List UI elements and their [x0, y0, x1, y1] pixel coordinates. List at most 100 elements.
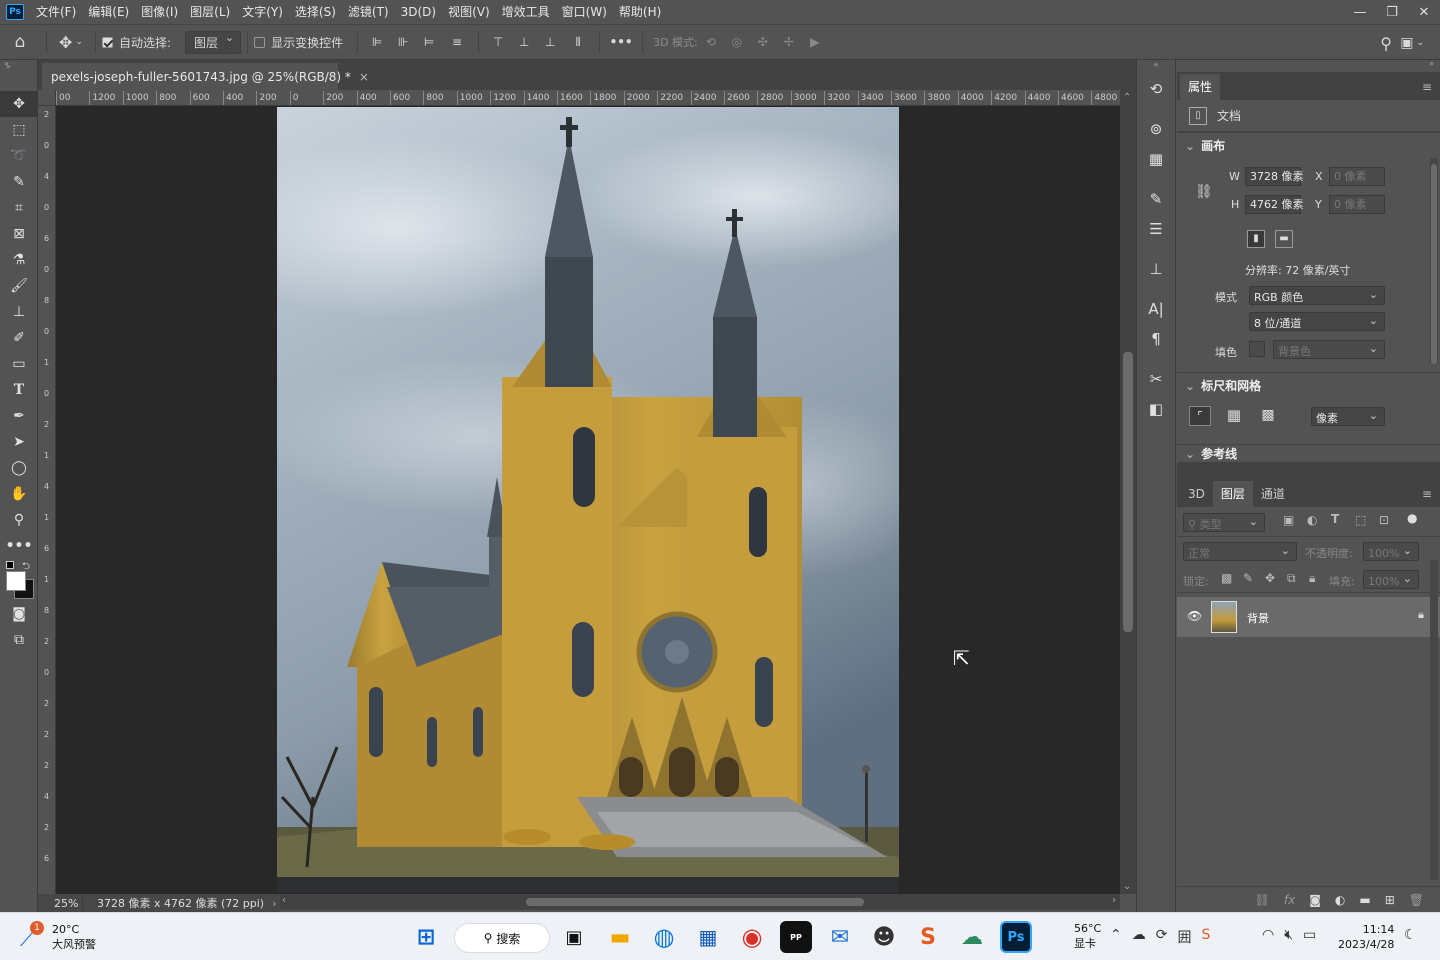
filter-smartobject-icon[interactable]: ⊡: [1379, 513, 1389, 527]
church-photo[interactable]: [277, 107, 899, 893]
fill-swatch[interactable]: [1249, 341, 1265, 357]
filter-type-icon[interactable]: T: [1331, 512, 1339, 526]
opacity-field[interactable]: 100%: [1363, 542, 1419, 561]
canvas-width-field[interactable]: 3728 像素: [1245, 167, 1304, 186]
align-bottom-icon[interactable]: ⊥: [537, 28, 563, 56]
menu-plugins[interactable]: 增效工具: [496, 0, 556, 24]
distribute-horizontal-icon[interactable]: ⦀: [563, 28, 593, 56]
collapse-panels-icon[interactable]: »: [1429, 59, 1434, 68]
brush-tool-icon[interactable]: 🖌: [0, 273, 38, 299]
3d-pan-icon[interactable]: ✣: [750, 28, 776, 56]
lock-icon[interactable]: 🔒︎: [1418, 608, 1424, 622]
canvas-x-field[interactable]: 0 像素: [1329, 167, 1385, 186]
scroll-up-icon[interactable]: ⌃: [1123, 92, 1131, 103]
onedrive-icon[interactable]: ☁: [1132, 927, 1146, 947]
menu-3d[interactable]: 3D(D): [395, 0, 442, 24]
layer-fx-icon[interactable]: fx: [1284, 893, 1295, 907]
eyedropper-tool-icon[interactable]: ⚗: [0, 247, 38, 273]
layers-menu-icon[interactable]: ≡: [1422, 481, 1432, 507]
3d-rotate-icon[interactable]: ⟲: [698, 28, 724, 56]
microsoft-store-icon[interactable]: ▦: [692, 921, 724, 953]
auto-select-checkbox[interactable]: 自动选择:: [102, 28, 171, 56]
foreground-color-swatch[interactable]: [6, 571, 26, 591]
add-mask-icon[interactable]: ◙: [1309, 893, 1321, 907]
edit-toolbar-icon[interactable]: •••: [0, 533, 38, 559]
canvas-height-field[interactable]: 4762 像素: [1245, 195, 1304, 214]
lock-paint-icon[interactable]: ✎: [1243, 571, 1253, 585]
penguin-app-icon[interactable]: ☻: [868, 921, 900, 953]
lock-artboard-icon[interactable]: ⧉: [1287, 571, 1296, 586]
type-tool-icon[interactable]: T: [0, 377, 38, 403]
character-panel-icon[interactable]: A|: [1137, 294, 1175, 324]
weather-text[interactable]: 20°C 大风预警: [52, 922, 96, 952]
sogou-tray-icon[interactable]: S: [1201, 927, 1210, 947]
align-hcenter-icon[interactable]: ⊪: [390, 28, 416, 56]
menu-image[interactable]: 图像(I): [135, 0, 184, 24]
search-box[interactable]: ⚲ 搜索: [454, 923, 550, 953]
table-panel-icon[interactable]: ▦: [1137, 144, 1175, 174]
restore-icon[interactable]: ❐: [1376, 0, 1408, 24]
more-options-button[interactable]: •••: [606, 28, 636, 56]
chat-app-icon[interactable]: ☁: [956, 921, 988, 953]
zoom-tool-icon[interactable]: ⚲: [0, 507, 38, 533]
menu-layer[interactable]: 图层(L): [184, 0, 236, 24]
sogou-icon[interactable]: S: [912, 921, 944, 953]
menu-type[interactable]: 文字(Y): [236, 0, 289, 24]
lock-all-icon[interactable]: 🔒︎: [1309, 571, 1315, 586]
photoshop-taskbar-icon[interactable]: Ps: [1000, 921, 1032, 953]
align-top-icon[interactable]: ⊤: [485, 28, 511, 56]
task-view-icon[interactable]: ▣: [558, 921, 590, 953]
crop-tool-icon[interactable]: ⌗: [0, 195, 38, 221]
vertical-scrollbar[interactable]: ⌃ ⌄: [1120, 90, 1136, 894]
notifications-icon[interactable]: ☾: [1404, 927, 1417, 943]
clock[interactable]: 11:14 2023/4/28: [1338, 922, 1394, 952]
marquee-tool-icon[interactable]: ⬚: [0, 117, 38, 143]
filter-pixel-icon[interactable]: ▣: [1283, 513, 1294, 527]
move-tool-icon[interactable]: ✥ ⌄: [53, 28, 89, 56]
align-vcenter-icon[interactable]: ⊥: [511, 28, 537, 56]
default-colors-icon[interactable]: [6, 561, 14, 569]
color-mode-dropdown[interactable]: RGB 颜色: [1249, 286, 1385, 305]
link-icon[interactable]: ⛓: [1195, 184, 1213, 200]
frame-tool-icon[interactable]: ⊠: [0, 221, 38, 247]
search-icon[interactable]: ⚲: [1380, 29, 1392, 57]
canvas-y-field[interactable]: 0 像素: [1329, 195, 1385, 214]
portrait-orientation-icon[interactable]: ▮: [1247, 230, 1265, 248]
layer-name[interactable]: 背景: [1247, 610, 1269, 626]
horizontal-ruler[interactable]: 00 1200 1000 800 600 400 200 0 200 400 600 800 1000 1…: [56, 90, 1120, 106]
tab-layers[interactable]: 图层: [1212, 481, 1253, 507]
stamp-tool-icon[interactable]: ⊥: [0, 299, 38, 325]
menu-window[interactable]: 窗口(W): [556, 0, 613, 24]
layers-scrollbar[interactable]: [1430, 560, 1438, 880]
color-swatches[interactable]: ⮌: [0, 559, 37, 601]
scroll-right-icon[interactable]: ›: [1112, 895, 1116, 906]
windows-start-icon[interactable]: ⊞: [410, 921, 442, 953]
distribute-vertical-icon[interactable]: ≡: [442, 28, 472, 56]
document-info[interactable]: 3728 像素 x 4762 像素 (72 ppi): [82, 895, 264, 911]
ruler-origin[interactable]: [38, 90, 56, 106]
new-group-icon[interactable]: ▬: [1359, 893, 1370, 907]
quick-mask-icon[interactable]: ◙: [0, 601, 38, 627]
scroll-down-icon[interactable]: ⌄: [1123, 881, 1131, 892]
horizontal-scroll-thumb[interactable]: [526, 898, 864, 906]
filter-toggle-icon[interactable]: ●: [1407, 511, 1417, 525]
move-tool-icon[interactable]: ✥: [0, 91, 38, 117]
screen-mode-icon[interactable]: ⧉: [0, 627, 38, 653]
grid-toggle-icon[interactable]: ▦: [1223, 406, 1245, 426]
tab-3d[interactable]: 3D: [1180, 481, 1213, 507]
wifi-icon[interactable]: ◠: [1262, 927, 1274, 943]
layer-row[interactable]: 👁︎ 背景 🔒︎: [1177, 597, 1440, 637]
ruler-unit-dropdown[interactable]: 像素: [1311, 407, 1385, 426]
menu-filter[interactable]: 滤镜(T): [342, 0, 395, 24]
lasso-tool-icon[interactable]: ➰: [0, 143, 38, 169]
sync-icon[interactable]: ⟳: [1156, 927, 1168, 947]
canvas-section-header[interactable]: ⌄ 画布: [1177, 132, 1440, 158]
tools-scissors-icon[interactable]: ✂: [1137, 364, 1175, 394]
quick-select-tool-icon[interactable]: ✎: [0, 169, 38, 195]
menu-select[interactable]: 选择(S): [289, 0, 342, 24]
gradient-tool-icon[interactable]: ▭: [0, 351, 38, 377]
close-tab-icon[interactable]: ×: [359, 70, 369, 84]
bit-depth-dropdown[interactable]: 8 位/通道: [1249, 312, 1385, 331]
tab-channels[interactable]: 通道: [1253, 481, 1293, 507]
hand-tool-icon[interactable]: ✋: [0, 481, 38, 507]
